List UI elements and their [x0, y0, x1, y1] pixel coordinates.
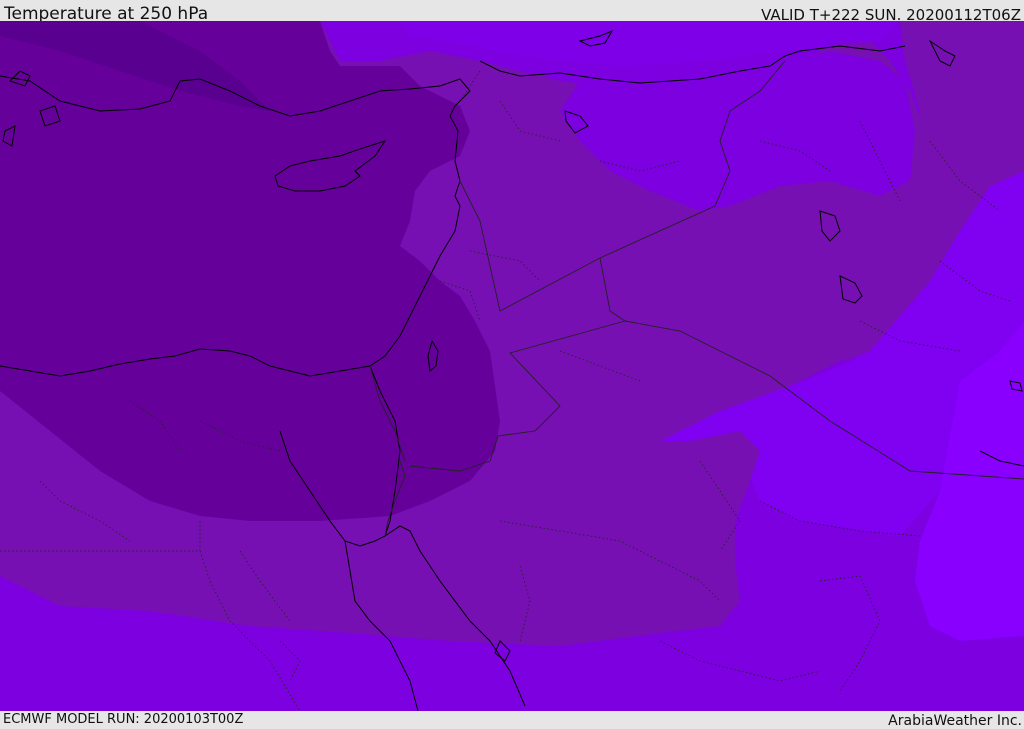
map-canvas [0, 21, 1024, 711]
weather-map-page: Temperature at 250 hPa VALID T+222 SUN. … [0, 0, 1024, 729]
footer-bar: ECMWF MODEL RUN: 20200103T00Z ArabiaWeat… [0, 711, 1024, 729]
header-bar: Temperature at 250 hPa VALID T+222 SUN. … [0, 0, 1024, 24]
model-run: ECMWF MODEL RUN: 20200103T00Z [3, 712, 244, 727]
temperature-map [0, 21, 1024, 711]
credit: ArabiaWeather Inc. [888, 713, 1022, 729]
